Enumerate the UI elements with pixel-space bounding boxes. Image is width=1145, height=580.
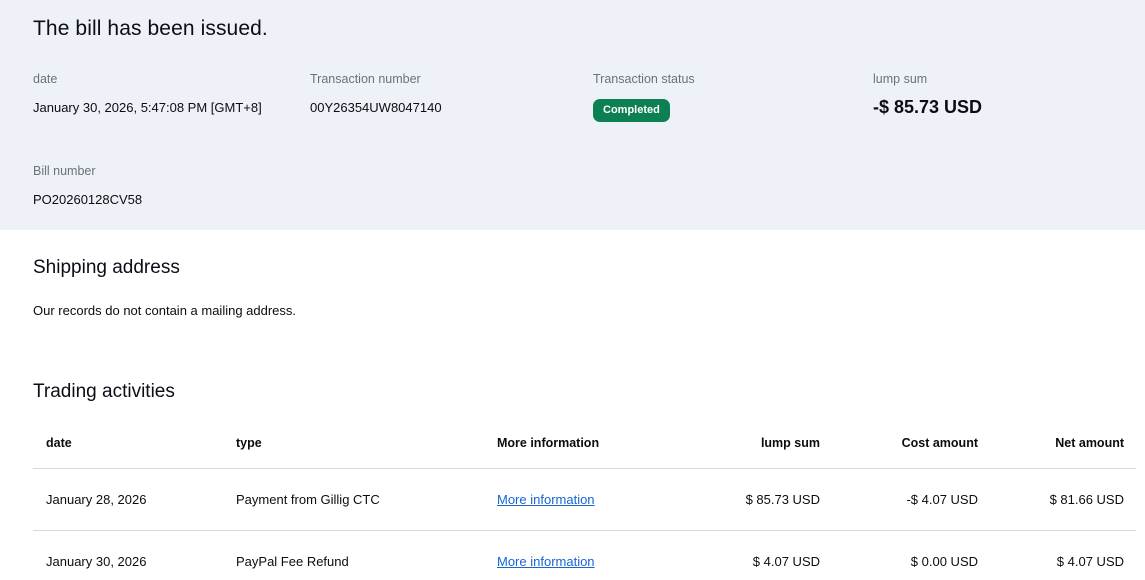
cell-more-information: More information (497, 531, 677, 580)
field-transaction-number-label: Transaction number (310, 72, 421, 86)
status-badge: Completed (593, 99, 670, 122)
trading-activities-table: date type More information lump sum Cost… (33, 424, 1136, 580)
field-lump-sum-value: -$ 85.73 USD (873, 97, 983, 117)
column-header-net-amount: Net amount (978, 424, 1136, 469)
table-header-row: date type More information lump sum Cost… (33, 424, 1136, 469)
field-lump-sum: lump sum -$ 85.73 USD (873, 72, 1112, 122)
field-transaction-number-value: 00Y26354UW8047140 (310, 100, 442, 115)
column-header-cost-amount: Cost amount (820, 424, 978, 469)
cell-net-amount: $ 81.66 USD (978, 468, 1136, 531)
field-transaction-status: Transaction status Completed (593, 72, 873, 122)
cell-type: PayPal Fee Refund (236, 554, 349, 569)
field-date: date January 30, 2026, 5:47:08 PM [GMT+8… (33, 72, 310, 122)
cell-cost-amount: -$ 4.07 USD (820, 468, 978, 531)
field-bill-number: Bill number PO20260128CV58 (33, 164, 310, 207)
field-transaction-number: Transaction number 00Y26354UW8047140 (310, 72, 593, 122)
column-header-type: type (236, 424, 497, 469)
more-information-link[interactable]: More information (497, 554, 595, 569)
cell-net-amount: $ 4.07 USD (1056, 554, 1124, 569)
field-date-label: date (33, 72, 58, 86)
cell-cost-amount: $ 0.00 USD (910, 554, 978, 569)
bill-summary-panel: The bill has been issued. date January 3… (0, 0, 1145, 230)
shipping-address-message: Our records do not contain a mailing add… (33, 303, 297, 318)
column-header-lump-sum: lump sum (677, 424, 820, 469)
shipping-address-title: Shipping address (33, 257, 180, 278)
column-header-more-information: More information (497, 424, 677, 469)
field-transaction-status-label: Transaction status (593, 72, 695, 86)
table-row: January 28, 2026 Payment from Gillig CTC… (33, 468, 1136, 531)
cell-date: January 28, 2026 (33, 468, 236, 531)
page-title: The bill has been issued. (33, 17, 268, 40)
field-date-value: January 30, 2026, 5:47:08 PM [GMT+8] (33, 100, 262, 115)
more-information-link[interactable]: More information (497, 492, 595, 507)
cell-lump-sum: $ 4.07 USD (752, 554, 820, 569)
cell-date: January 30, 2026 (46, 554, 147, 569)
field-bill-number-value: PO20260128CV58 (33, 192, 143, 207)
field-lump-sum-label: lump sum (873, 72, 928, 86)
summary-fields-row-2: Bill number PO20260128CV58 (33, 164, 1112, 207)
cell-type: Payment from Gillig CTC (236, 468, 497, 531)
cell-lump-sum: $ 85.73 USD (677, 468, 820, 531)
shipping-address-section: Shipping address Our records do not cont… (0, 257, 1145, 318)
trading-activities-section: Trading activities date type More inform… (0, 381, 1145, 580)
table-row: January 30, 2026 PayPal Fee Refund More … (33, 531, 1136, 580)
column-header-date: date (33, 424, 236, 469)
field-bill-number-label: Bill number (33, 164, 96, 178)
cell-more-information: More information (497, 468, 677, 531)
summary-fields-row-1: date January 30, 2026, 5:47:08 PM [GMT+8… (33, 72, 1112, 122)
trading-activities-title: Trading activities (33, 381, 175, 402)
